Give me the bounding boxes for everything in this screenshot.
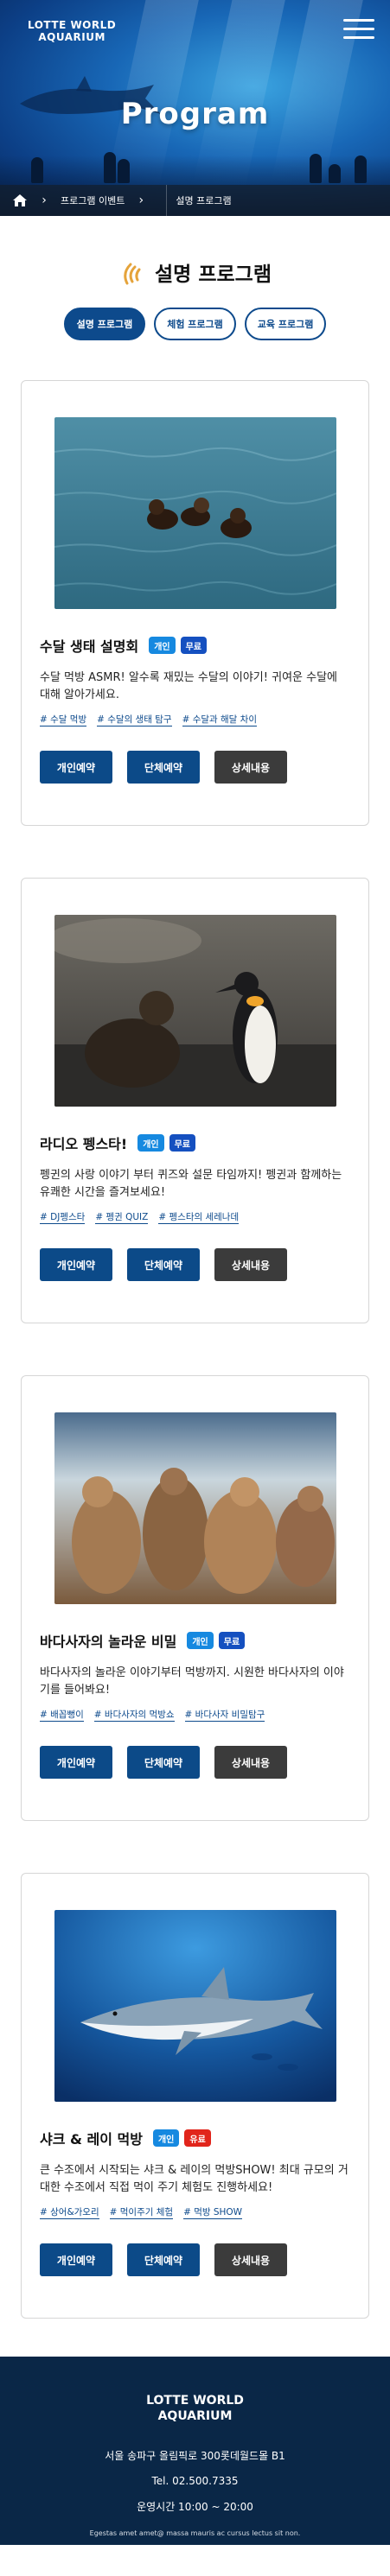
program-card: 수달 생태 설명회 개인 무료 수달 먹방 ASMR! 알수록 재밌는 수달의 …	[21, 380, 369, 826]
tab-explain-program[interactable]: 설명 프로그램	[63, 308, 146, 340]
footer-logo-line2: AQUARIUM	[157, 2409, 233, 2423]
card-description: 수달 먹방 ASMR! 알수록 재밌는 수달의 이야기! 귀여운 수달에 대해 …	[40, 671, 337, 701]
card-tags: # DJ펭스타 # 펭귄 QUIZ # 펭스타의 세레나데	[40, 1210, 350, 1224]
card-title: 샤크 & 레이 먹방	[40, 2131, 143, 2148]
home-icon[interactable]	[12, 193, 28, 208]
card-title-row: 바다사자의 놀라운 비밀 개인 무료	[40, 1630, 350, 1651]
card-buttons: 개인예약 단체예약 상세내용	[40, 1746, 350, 1779]
tag-link[interactable]: # 먹방 SHOW	[183, 2205, 243, 2219]
card-buttons: 개인예약 단체예약 상세내용	[40, 751, 350, 784]
section-header: 설명 프로그램 설명 프로그램 체험 프로그램 교육 프로그램	[0, 216, 390, 340]
card-title-row: 라디오 펭스타! 개인 무료	[40, 1133, 350, 1153]
card-title: 수달 생태 설명회	[40, 638, 139, 655]
badge-free: 무료	[169, 1134, 195, 1152]
badge-individual: 개인	[149, 637, 176, 654]
program-card: 바다사자의 놀라운 비밀 개인 무료 바다사자의 놀라운 이야기부터 먹방까지.…	[21, 1375, 369, 1821]
logo-line1: LOTTE WORLD	[28, 19, 117, 31]
tab-experience-program[interactable]: 체험 프로그램	[154, 308, 236, 340]
tag-link[interactable]: # 수달 먹방	[40, 713, 87, 726]
card-tags: # 상어&가오리 # 먹이주기 체험 # 먹방 SHOW	[40, 2205, 350, 2219]
card-description: 큰 수조에서 시작되는 샤크 & 레이의 먹방SHOW! 최대 규모의 거대한 …	[40, 2164, 348, 2194]
footer-address: 서울 송파구 올림픽로 300롯데월드몰 B1	[105, 2450, 285, 2462]
individual-reserve-button[interactable]: 개인예약	[40, 1248, 112, 1281]
badge-individual: 개인	[137, 1134, 164, 1152]
group-reserve-button[interactable]: 단체예약	[127, 751, 200, 784]
badge-free: 무료	[218, 1632, 246, 1649]
group-reserve-button[interactable]: 단체예약	[127, 2243, 200, 2276]
tag-link[interactable]: # 먹이주기 체험	[109, 2205, 174, 2219]
footer-tel: Tel. 02.500.7335	[151, 2475, 239, 2487]
group-reserve-button[interactable]: 단체예약	[127, 1248, 200, 1281]
card-title: 바다사자의 놀라운 비밀	[40, 1634, 177, 1650]
individual-reserve-button[interactable]: 개인예약	[40, 2243, 112, 2276]
page-title: 설명 프로그램	[118, 257, 272, 287]
sea-lion-photo	[54, 1412, 336, 1604]
otter-photo	[54, 417, 336, 609]
details-button[interactable]: 상세내용	[214, 1746, 287, 1779]
visitor-silhouettes	[0, 149, 390, 183]
breadcrumb-item-explain-program[interactable]: 설명 프로그램	[176, 194, 231, 207]
breadcrumb: › 프로그램 이벤트 › 설명 프로그램	[0, 185, 390, 216]
program-card: 샤크 & 레이 먹방 개인 유료 큰 수조에서 시작되는 샤크 & 레이의 먹방…	[21, 1873, 369, 2319]
shark-photo	[54, 1910, 336, 2102]
badge-free: 무료	[180, 637, 207, 654]
program-card: 라디오 펭스타! 개인 무료 펭귄의 사랑 이야기 부터 퀴즈와 설문 타임까지…	[21, 878, 369, 1323]
chevron-right-icon: ›	[42, 194, 47, 207]
tag-link[interactable]: # 상어&가오리	[40, 2205, 99, 2219]
individual-reserve-button[interactable]: 개인예약	[40, 751, 112, 784]
footer-copyright: Egestas amet amet@ massa mauris ac cursu…	[89, 2529, 301, 2537]
tag-link[interactable]: # 배꼽뻥이	[40, 1708, 84, 1722]
tag-link[interactable]: # 바다사자 비밀탐구	[184, 1708, 265, 1722]
tag-link[interactable]: # 수달의 생태 탐구	[97, 713, 172, 726]
footer-logo[interactable]: LOTTE WORLD AQUARIUM	[0, 2393, 390, 2424]
tag-link[interactable]: # 바다사자의 먹방쇼	[93, 1708, 175, 1722]
tag-link[interactable]: # 펭스타의 세레나데	[158, 1210, 240, 1224]
details-button[interactable]: 상세내용	[214, 1248, 287, 1281]
hero-banner: LOTTE WORLD AQUARIUM Program › 프로그램 이벤트 …	[0, 0, 390, 216]
divider	[166, 185, 168, 216]
penguin-photo	[54, 915, 336, 1107]
footer: LOTTE WORLD AQUARIUM 서울 송파구 올림픽로 300롯데월드…	[0, 2357, 390, 2545]
breadcrumb-item-program-event[interactable]: 프로그램 이벤트	[61, 194, 125, 207]
tag-link[interactable]: # DJ펭스타	[40, 1210, 86, 1224]
details-button[interactable]: 상세내용	[214, 2243, 287, 2276]
individual-reserve-button[interactable]: 개인예약	[40, 1746, 112, 1779]
tab-education-program[interactable]: 교육 프로그램	[244, 308, 327, 340]
card-title-row: 샤크 & 레이 먹방 개인 유료	[40, 2128, 350, 2148]
hamburger-menu-icon[interactable]	[343, 19, 374, 41]
group-reserve-button[interactable]: 단체예약	[127, 1746, 200, 1779]
badge-paid: 유료	[184, 2129, 211, 2147]
details-button[interactable]: 상세내용	[214, 751, 287, 784]
badge-individual: 개인	[187, 1632, 214, 1649]
card-tags: # 수달 먹방 # 수달의 생태 탐구 # 수달과 해달 차이	[40, 713, 350, 726]
badge-individual: 개인	[152, 2129, 180, 2147]
card-title: 라디오 펭스타!	[40, 1136, 128, 1152]
logo-line2: AQUARIUM	[38, 31, 105, 43]
program-card-list: 수달 생태 설명회 개인 무료 수달 먹방 ASMR! 알수록 재밌는 수달의 …	[0, 340, 390, 2319]
chevron-right-icon: ›	[138, 194, 144, 207]
tag-link[interactable]: # 펭귄 QUIZ	[95, 1210, 149, 1224]
tag-link[interactable]: # 수달과 해달 차이	[182, 713, 257, 726]
card-tags: # 배꼽뻥이 # 바다사자의 먹방쇼 # 바다사자 비밀탐구	[40, 1708, 350, 1722]
card-description: 바다사자의 놀라운 이야기부터 먹방까지. 시원한 바다사자의 이야기를 들어봐…	[40, 1666, 344, 1697]
program-tabs: 설명 프로그램 체험 프로그램 교육 프로그램	[0, 308, 390, 340]
footer-hours: 운영시간 10:00 ~ 20:00	[137, 2501, 253, 2513]
card-title-row: 수달 생태 설명회 개인 무료	[40, 635, 350, 656]
card-buttons: 개인예약 단체예약 상세내용	[40, 2243, 350, 2276]
page-title-text: 설명 프로그램	[155, 263, 272, 286]
hero-title: Program	[120, 97, 270, 131]
site-logo[interactable]: LOTTE WORLD AQUARIUM	[28, 19, 116, 43]
footer-logo-line1: LOTTE WORLD	[146, 2394, 244, 2408]
card-buttons: 개인예약 단체예약 상세내용	[40, 1248, 350, 1281]
speech-wave-icon	[124, 263, 141, 285]
card-description: 펭귄의 사랑 이야기 부터 퀴즈와 설문 타임까지! 펭귄과 함께하는 유쾌한 …	[40, 1169, 342, 1199]
